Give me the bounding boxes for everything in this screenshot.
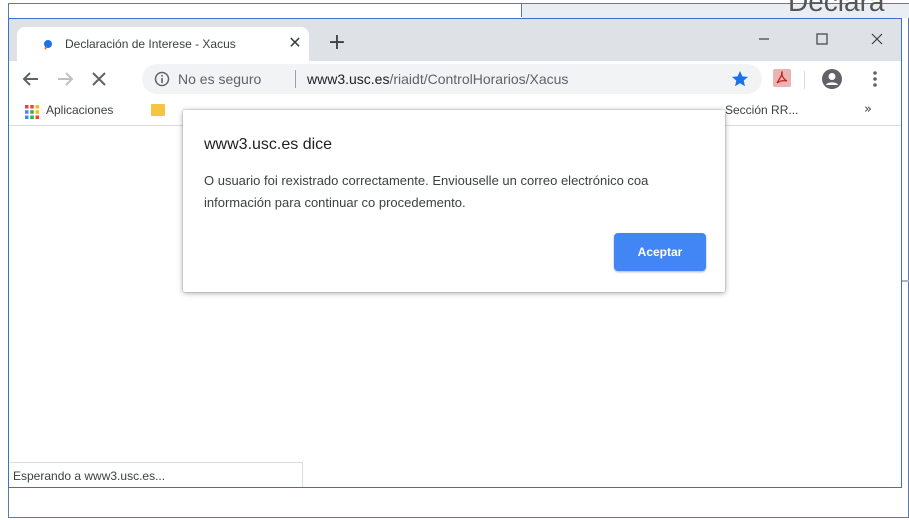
- stop-loading-icon[interactable]: [87, 67, 111, 91]
- alert-dialog: www3.usc.es dice O usuario foi rexistrad…: [183, 110, 725, 292]
- close-tab-icon[interactable]: ✕: [287, 33, 303, 53]
- active-tab[interactable]: Declaración de Interese - Xacus ✕: [17, 27, 309, 61]
- toolbar-separator: [804, 71, 805, 89]
- window-close-icon[interactable]: [859, 27, 895, 51]
- tab-strip: Declaración de Interese - Xacus ✕ +: [9, 19, 901, 61]
- back-icon[interactable]: [19, 67, 43, 91]
- account-icon[interactable]: [821, 68, 843, 90]
- forward-icon[interactable]: [53, 67, 77, 91]
- more-bookmarks-icon[interactable]: »: [864, 102, 872, 117]
- more-menu-icon[interactable]: [867, 69, 883, 89]
- background-divider: [521, 3, 522, 17]
- omnibox-separator: [295, 70, 296, 88]
- address-bar[interactable]: No es seguro www3.usc.es/riaidt/ControlH…: [142, 64, 762, 94]
- url-path: /riaidt/ControlHorarios/Xacus: [389, 71, 569, 87]
- minimize-icon[interactable]: [746, 27, 782, 51]
- bookmark-star-icon[interactable]: [730, 69, 750, 89]
- maximize-icon[interactable]: [804, 27, 840, 51]
- favicon-icon: [44, 40, 52, 50]
- info-icon[interactable]: [154, 71, 170, 87]
- new-tab-icon[interactable]: +: [325, 31, 349, 55]
- accept-button[interactable]: Aceptar: [614, 233, 706, 271]
- background-window-title: Declara: [788, 0, 885, 17]
- toolbar: No es seguro www3.usc.es/riaidt/ControlH…: [9, 61, 901, 97]
- dialog-title: www3.usc.es dice: [204, 136, 333, 153]
- bookmark-seccion-rr[interactable]: Sección RR...: [725, 103, 798, 117]
- background-side-line: [902, 280, 909, 282]
- dialog-message: O usuario foi rexistrado correctamente. …: [204, 173, 649, 210]
- url-text[interactable]: www3.usc.es/riaidt/ControlHorarios/Xacus: [307, 71, 568, 87]
- pdf-extension-icon[interactable]: [773, 69, 791, 87]
- apps-grid-icon[interactable]: [25, 105, 39, 119]
- status-bar: Esperando a www3.usc.es...: [9, 462, 303, 487]
- url-domain: www3.usc.es: [307, 71, 390, 87]
- bookmark-folder-icon[interactable]: [151, 104, 165, 116]
- tab-title: Declaración de Interese - Xacus: [65, 37, 236, 51]
- security-status[interactable]: No es seguro: [178, 71, 261, 87]
- bookmark-apps[interactable]: Aplicaciones: [46, 103, 113, 117]
